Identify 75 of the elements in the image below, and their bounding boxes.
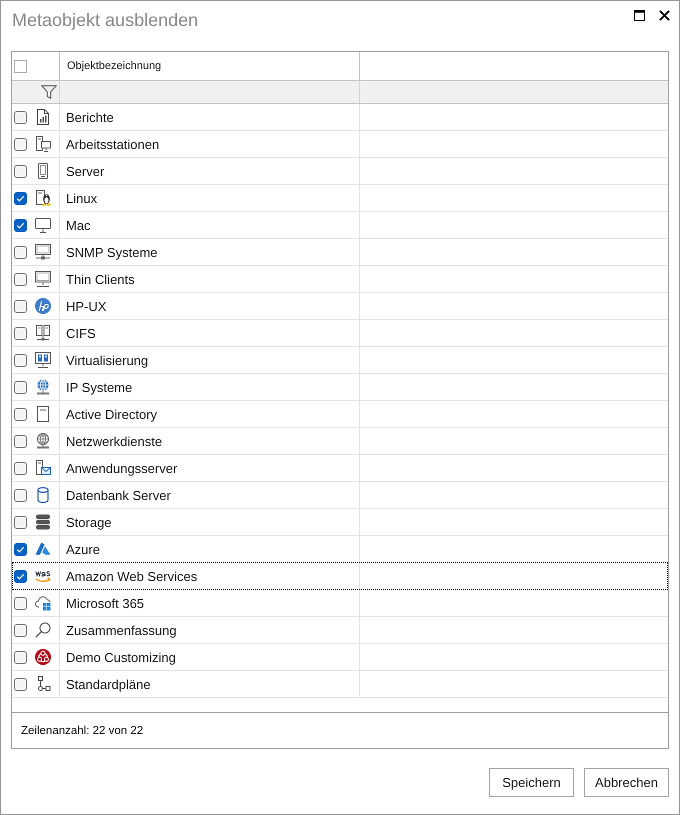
object-name-cell: Arbeitsstationen <box>60 131 360 157</box>
chart-document-icon <box>35 109 51 125</box>
close-icon <box>659 10 670 20</box>
smile-logo-icon <box>35 568 51 584</box>
dialog-button[interactable]: Speichern <box>489 768 574 797</box>
round-logo-icon <box>35 298 51 314</box>
triangle-logo-icon <box>35 541 51 557</box>
maximize-icon <box>634 10 645 20</box>
object-name-cell: Server <box>60 158 360 184</box>
directory-icon <box>35 406 51 422</box>
row-checkbox[interactable] <box>14 380 27 394</box>
server-icon <box>35 163 51 179</box>
object-name-cell: Datenbank Server <box>60 482 360 508</box>
penguin-computer-icon <box>35 190 51 206</box>
object-name-cell: Netzwerkdienste <box>60 428 360 454</box>
object-name-cell: Active Directory <box>60 401 360 427</box>
filter-icon[interactable] <box>41 85 57 99</box>
row-checkbox[interactable] <box>14 110 27 124</box>
row-checkbox[interactable] <box>14 138 27 150</box>
row-checkbox[interactable] <box>14 516 27 528</box>
row-checkbox[interactable] <box>14 488 27 502</box>
monitor-icon <box>35 217 51 233</box>
row-checkbox[interactable] <box>14 650 27 664</box>
computer-icon <box>35 136 51 152</box>
row-checkbox[interactable] <box>14 408 27 420</box>
row-count-text: Zeilenanzahl: 22 von 22 <box>21 724 144 736</box>
object-name-cell: Thin Clients <box>60 266 360 292</box>
row-checkbox[interactable] <box>14 218 27 232</box>
mail-server-icon <box>35 460 51 476</box>
object-name-cell: Microsoft 365 <box>60 590 360 616</box>
object-name-cell: Linux <box>60 185 360 211</box>
object-name-cell: CIFS <box>60 320 360 346</box>
object-name-cell: HP-UX <box>60 293 360 319</box>
round-emblem-icon <box>35 649 51 665</box>
row-checkbox[interactable] <box>14 570 27 582</box>
row-checkbox[interactable] <box>14 678 27 690</box>
search-icon <box>35 622 51 638</box>
object-name-cell: Berichte <box>60 104 360 130</box>
select-all-checkbox[interactable] <box>14 60 27 72</box>
row-checkbox[interactable] <box>14 624 27 636</box>
window-title: Metaobjekt ausblenden <box>12 10 198 31</box>
desktop-monitor-icon <box>35 271 51 287</box>
row-checkbox[interactable] <box>14 462 27 474</box>
object-name-cell: SNMP Systeme <box>60 239 360 265</box>
object-name-cell: Anwendungsserver <box>60 455 360 481</box>
network-globe-icon <box>35 379 51 395</box>
object-name-cell: Azure <box>60 536 360 562</box>
row-checkbox[interactable] <box>14 246 27 258</box>
object-name-cell: Mac <box>60 212 360 238</box>
row-checkbox[interactable] <box>14 326 27 340</box>
object-name-cell: Standardpläne <box>60 671 360 697</box>
row-checkbox[interactable] <box>14 192 27 204</box>
flowchart-icon <box>35 676 51 692</box>
row-checkbox[interactable] <box>14 300 27 312</box>
virtual-machines-icon <box>35 352 51 368</box>
server-pair-icon <box>35 325 51 341</box>
database-icon <box>35 487 51 503</box>
row-checkbox[interactable] <box>14 542 27 556</box>
networked-monitor-icon <box>35 244 51 260</box>
object-name-cell: IP Systeme <box>60 374 360 400</box>
network-globe-icon <box>35 433 51 449</box>
object-name-cell: Storage <box>60 509 360 535</box>
object-name-cell: Zusammenfassung <box>60 617 360 643</box>
cloud-windows-icon <box>35 595 51 611</box>
row-checkbox[interactable] <box>14 272 27 286</box>
row-checkbox[interactable] <box>14 354 27 366</box>
dialog-button[interactable]: Abbrechen <box>584 768 669 797</box>
object-name-cell: Demo Customizing <box>60 644 360 670</box>
object-name-cell: Virtualisierung <box>60 347 360 373</box>
row-checkbox[interactable] <box>14 164 27 178</box>
storage-icon <box>35 514 51 530</box>
row-checkbox[interactable] <box>14 596 27 610</box>
column-header[interactable]: Objektbezeichnung <box>60 52 360 80</box>
object-name-cell: Amazon Web Services <box>60 563 360 589</box>
row-checkbox[interactable] <box>14 434 27 448</box>
